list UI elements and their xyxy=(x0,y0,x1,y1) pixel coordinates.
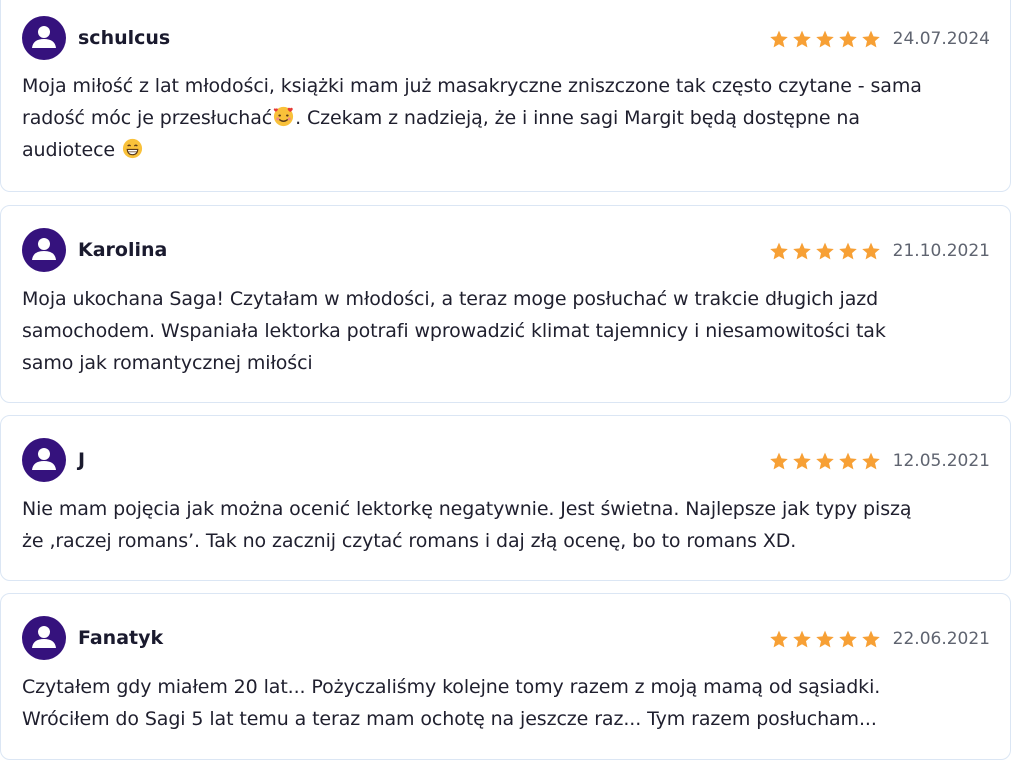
star-icon xyxy=(792,630,811,648)
star-icon xyxy=(838,630,857,648)
star-rating xyxy=(769,629,881,649)
user-avatar-icon xyxy=(22,228,66,272)
review-text-segment: . Czekam z nadzieją, że i inne sagi Marg… xyxy=(295,107,860,129)
review-text-line: Moja ukochana Saga! Czytałam w młodości,… xyxy=(22,288,879,310)
review-date: 24.07.2024 xyxy=(892,29,990,49)
star-icon xyxy=(861,630,880,648)
review-text-line: Moja miłość z lat młodości, książki mam … xyxy=(22,75,922,97)
star-rating xyxy=(769,29,881,49)
review-text-line: radość móc je przesłuchać . Czekam z nadz… xyxy=(22,102,986,134)
star-icon xyxy=(861,242,880,260)
review-text-segment: audiotece xyxy=(22,139,116,161)
star-rating xyxy=(769,451,881,471)
star-icon xyxy=(838,30,857,48)
review-text-line: Wróciłem do Sagi 5 lat temu a teraz mam … xyxy=(22,708,877,730)
review-author: schulcus xyxy=(78,27,171,49)
grinning-face-emoji xyxy=(122,138,143,159)
star-icon xyxy=(792,30,811,48)
review-text-segment: radość móc je przesłuchać xyxy=(22,107,273,129)
review-meta: 21.10.2021 xyxy=(769,240,990,262)
review-date: 21.10.2021 xyxy=(892,241,990,261)
star-rating xyxy=(769,241,881,261)
star-icon xyxy=(769,452,788,470)
review-text: Moja miłość z lat młodości, książki mam … xyxy=(22,70,986,166)
review-card: Karolina 21.10.2021 Moja ukochana Saga! … xyxy=(0,205,1011,403)
review-text-line: że ‚raczej romans’. Tak no zacznij czyta… xyxy=(22,530,797,552)
review-author: Karolina xyxy=(78,239,168,261)
star-icon xyxy=(838,242,857,260)
review-text-line: Czytałem gdy miałem 20 lat... Pożyczaliś… xyxy=(22,676,881,698)
review-card: schulcus 24.07.2024 Moja miłość z lat mł… xyxy=(0,0,1011,192)
review-card: J 12.05.2021 Nie mam pojęcia jak można o… xyxy=(0,415,1011,581)
star-icon xyxy=(792,242,811,260)
user-avatar-icon xyxy=(22,438,66,482)
review-card: Fanatyk 22.06.2021 Czytałem gdy miałem 2… xyxy=(0,593,1011,760)
star-icon xyxy=(838,452,857,470)
star-icon xyxy=(815,630,834,648)
star-icon xyxy=(769,242,788,260)
star-icon xyxy=(815,452,834,470)
user-avatar-icon xyxy=(22,16,66,60)
review-meta: 12.05.2021 xyxy=(769,450,990,472)
review-text-line: audiotece xyxy=(22,134,986,166)
star-icon xyxy=(815,242,834,260)
review-text-line: samo jak romantycznej miłości xyxy=(22,352,313,374)
user-avatar-icon xyxy=(22,616,66,660)
star-icon xyxy=(815,30,834,48)
star-icon xyxy=(861,452,880,470)
star-icon xyxy=(861,30,880,48)
review-author: Fanatyk xyxy=(78,627,164,649)
review-date: 22.06.2021 xyxy=(892,629,990,649)
star-icon xyxy=(792,452,811,470)
review-meta: 24.07.2024 xyxy=(769,28,990,50)
review-text: Czytałem gdy miałem 20 lat... Pożyczaliś… xyxy=(22,671,986,735)
review-text: Nie mam pojęcia jak można ocenić lektork… xyxy=(22,493,986,557)
review-meta: 22.06.2021 xyxy=(769,628,990,650)
star-icon xyxy=(769,630,788,648)
review-text: Moja ukochana Saga! Czytałam w młodości,… xyxy=(22,283,986,379)
reviews-list: schulcus 24.07.2024 Moja miłość z lat mł… xyxy=(0,0,1024,763)
smiling-face-with-hearts-emoji xyxy=(273,106,294,127)
review-text-line: Nie mam pojęcia jak można ocenić lektork… xyxy=(22,498,912,520)
star-icon xyxy=(769,30,788,48)
review-author: J xyxy=(78,449,86,471)
review-date: 12.05.2021 xyxy=(892,451,990,471)
review-text-line: samochodem. Wspaniała lektorka potrafi w… xyxy=(22,320,886,342)
